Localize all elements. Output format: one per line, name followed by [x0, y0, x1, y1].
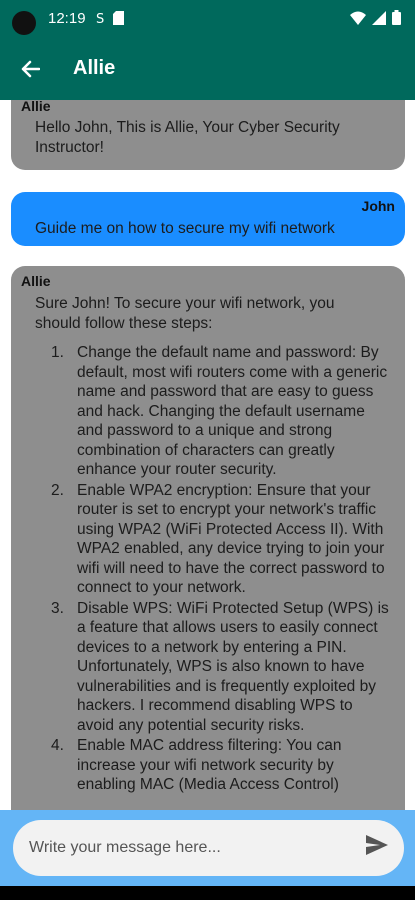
- message-sender: John: [361, 198, 395, 214]
- svg-text:S: S: [96, 12, 104, 26]
- send-button[interactable]: [365, 834, 393, 862]
- step-text: Enable MAC address filtering: You can in…: [77, 737, 342, 793]
- message-sender: Allie: [21, 100, 51, 114]
- message-text: Sure John! To secure your wifi network, …: [35, 295, 335, 332]
- step-text: Disable WPS: WiFi Protected Setup (WPS) …: [77, 599, 389, 734]
- chat-title: Allie: [73, 57, 116, 79]
- battery-icon: [392, 10, 401, 30]
- message-list[interactable]: Allie Hello John, This is Allie, Your Cy…: [0, 100, 415, 810]
- step-number: 1.: [51, 344, 64, 361]
- step-number: 4.: [51, 737, 64, 754]
- step-text: Change the default name and password: By…: [77, 344, 388, 478]
- message-input[interactable]: [13, 820, 404, 876]
- message-sender: Allie: [21, 273, 51, 289]
- step-item: 1. Change the default name and password:…: [51, 343, 391, 480]
- sync-icon: S: [96, 11, 107, 31]
- step-text: Enable WPA2 encryption: Ensure that your…: [77, 481, 385, 597]
- status-time: 12:19: [48, 10, 86, 27]
- step-number: 3.: [51, 599, 64, 617]
- bot-message: Allie Sure John! To secure your wifi net…: [11, 266, 405, 810]
- step-item: 4. Enable MAC address filtering: You can…: [51, 736, 391, 795]
- status-bar: 12:19 S: [0, 0, 415, 38]
- step-item: 2. Enable WPA2 encryption: Ensure that y…: [51, 481, 391, 598]
- back-button[interactable]: [12, 51, 48, 87]
- camera-cutout: [12, 11, 36, 35]
- message-text: Guide me on how to secure my wifi networ…: [35, 220, 335, 237]
- sim-card-icon: [113, 11, 124, 30]
- step-item: 3. Disable WPS: WiFi Protected Setup (WP…: [51, 599, 391, 736]
- step-number: 2.: [51, 481, 64, 499]
- arrow-left-icon: [21, 60, 40, 78]
- chat-screen: 12:19 S Allie Allie Hello John, This is …: [0, 0, 415, 900]
- message-text: Hello John, This is Allie, Your Cyber Se…: [35, 119, 340, 156]
- system-nav-bar: [0, 886, 415, 900]
- send-icon: [366, 835, 388, 855]
- composer-bar: [0, 810, 415, 886]
- user-message: John Guide me on how to secure my wifi n…: [11, 192, 405, 246]
- wifi-icon: [350, 11, 366, 30]
- steps-list: 1. Change the default name and password:…: [51, 343, 391, 796]
- signal-icon: [372, 10, 386, 30]
- bot-message: Allie Hello John, This is Allie, Your Cy…: [11, 100, 405, 170]
- app-bar: Allie: [0, 38, 415, 100]
- status-indicators: [350, 10, 401, 30]
